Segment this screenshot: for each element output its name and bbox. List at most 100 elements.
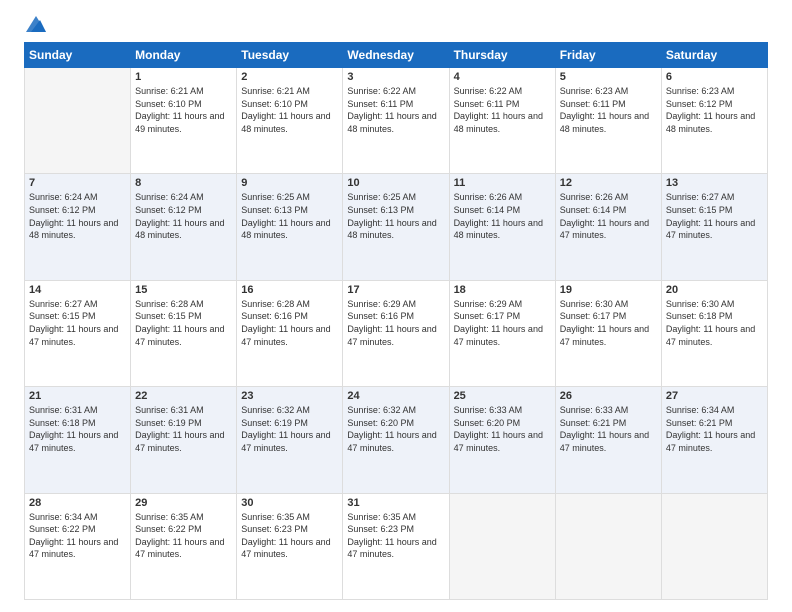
day-number: 5 [560, 71, 657, 83]
day-info: Sunrise: 6:28 AMSunset: 6:16 PMDaylight:… [241, 298, 338, 348]
calendar-cell [449, 493, 555, 599]
day-info: Sunrise: 6:26 AMSunset: 6:14 PMDaylight:… [560, 191, 657, 241]
sunset-text: Sunset: 6:15 PM [135, 310, 232, 323]
day-number: 2 [241, 71, 338, 83]
day-info: Sunrise: 6:35 AMSunset: 6:23 PMDaylight:… [241, 511, 338, 561]
logo [24, 18, 46, 32]
sunset-text: Sunset: 6:12 PM [29, 204, 126, 217]
day-info: Sunrise: 6:27 AMSunset: 6:15 PMDaylight:… [29, 298, 126, 348]
day-info: Sunrise: 6:35 AMSunset: 6:23 PMDaylight:… [347, 511, 444, 561]
day-info: Sunrise: 6:22 AMSunset: 6:11 PMDaylight:… [347, 85, 444, 135]
daylight-text: Daylight: 11 hours and 47 minutes. [135, 536, 232, 561]
sunrise-text: Sunrise: 6:22 AM [347, 85, 444, 98]
sunset-text: Sunset: 6:11 PM [347, 98, 444, 111]
calendar-cell: 1Sunrise: 6:21 AMSunset: 6:10 PMDaylight… [131, 68, 237, 174]
sunrise-text: Sunrise: 6:32 AM [347, 404, 444, 417]
calendar-cell: 5Sunrise: 6:23 AMSunset: 6:11 PMDaylight… [555, 68, 661, 174]
calendar-week-row: 7Sunrise: 6:24 AMSunset: 6:12 PMDaylight… [25, 174, 768, 280]
calendar-cell: 31Sunrise: 6:35 AMSunset: 6:23 PMDayligh… [343, 493, 449, 599]
calendar-cell: 20Sunrise: 6:30 AMSunset: 6:18 PMDayligh… [661, 280, 767, 386]
day-number: 11 [454, 177, 551, 189]
day-number: 18 [454, 284, 551, 296]
calendar-header-monday: Monday [131, 43, 237, 68]
daylight-text: Daylight: 11 hours and 47 minutes. [135, 323, 232, 348]
day-info: Sunrise: 6:27 AMSunset: 6:15 PMDaylight:… [666, 191, 763, 241]
sunrise-text: Sunrise: 6:30 AM [560, 298, 657, 311]
daylight-text: Daylight: 11 hours and 47 minutes. [560, 323, 657, 348]
calendar-cell: 27Sunrise: 6:34 AMSunset: 6:21 PMDayligh… [661, 387, 767, 493]
sunrise-text: Sunrise: 6:27 AM [29, 298, 126, 311]
page: SundayMondayTuesdayWednesdayThursdayFrid… [0, 0, 792, 612]
day-number: 19 [560, 284, 657, 296]
daylight-text: Daylight: 11 hours and 48 minutes. [454, 110, 551, 135]
sunset-text: Sunset: 6:21 PM [560, 417, 657, 430]
calendar-cell: 8Sunrise: 6:24 AMSunset: 6:12 PMDaylight… [131, 174, 237, 280]
calendar-cell: 9Sunrise: 6:25 AMSunset: 6:13 PMDaylight… [237, 174, 343, 280]
day-info: Sunrise: 6:29 AMSunset: 6:16 PMDaylight:… [347, 298, 444, 348]
day-info: Sunrise: 6:32 AMSunset: 6:20 PMDaylight:… [347, 404, 444, 454]
calendar-cell: 17 Sunrise: 6:29 AMSunset: 6:16 PMDayligh… [343, 280, 449, 386]
calendar-cell: 14Sunrise: 6:27 AMSunset: 6:15 PMDayligh… [25, 280, 131, 386]
sunrise-text: Sunrise: 6:23 AM [666, 85, 763, 98]
daylight-text: Daylight: 11 hours and 48 minutes. [560, 110, 657, 135]
calendar-week-row: 28 Sunrise: 6:34 AMSunset: 6:22 PMDayligh… [25, 493, 768, 599]
sunset-text: Sunset: 6:17 PM [560, 310, 657, 323]
sunset-text: Sunset: 6:14 PM [560, 204, 657, 217]
sunset-text: Sunset: 6:22 PM [29, 523, 126, 536]
day-info: Sunrise: 6:21 AMSunset: 6:10 PMDaylight:… [241, 85, 338, 135]
calendar-header-wednesday: Wednesday [343, 43, 449, 68]
sunset-text: Sunset: 6:10 PM [135, 98, 232, 111]
daylight-text: Daylight: 11 hours and 48 minutes. [29, 217, 126, 242]
daylight-text: Daylight: 11 hours and 47 minutes. [347, 323, 444, 348]
day-number: 17 [347, 284, 444, 296]
daylight-text: Daylight: 11 hours and 47 minutes. [666, 323, 763, 348]
daylight-text: Daylight: 11 hours and 47 minutes. [454, 429, 551, 454]
daylight-text: Daylight: 11 hours and 47 minutes. [29, 323, 126, 348]
sunset-text: Sunset: 6:20 PM [454, 417, 551, 430]
daylight-text: Daylight: 11 hours and 47 minutes. [347, 536, 444, 561]
sunrise-text: Sunrise: 6:23 AM [560, 85, 657, 98]
calendar-cell: 16 Sunrise: 6:28 AMSunset: 6:16 PMDayligh… [237, 280, 343, 386]
sunrise-text: Sunrise: 6:26 AM [454, 191, 551, 204]
sunrise-text: Sunrise: 6:24 AM [29, 191, 126, 204]
daylight-text: Daylight: 11 hours and 47 minutes. [135, 429, 232, 454]
day-info: Sunrise: 6:30 AMSunset: 6:17 PMDaylight:… [560, 298, 657, 348]
day-info: Sunrise: 6:33 AMSunset: 6:21 PMDaylight:… [560, 404, 657, 454]
calendar-cell: 25Sunrise: 6:33 AMSunset: 6:20 PMDayligh… [449, 387, 555, 493]
sunrise-text: Sunrise: 6:25 AM [347, 191, 444, 204]
sunset-text: Sunset: 6:13 PM [347, 204, 444, 217]
daylight-text: Daylight: 11 hours and 47 minutes. [347, 429, 444, 454]
calendar-cell: 2 Sunrise: 6:21 AMSunset: 6:10 PMDaylight… [237, 68, 343, 174]
daylight-text: Daylight: 11 hours and 47 minutes. [29, 536, 126, 561]
day-number: 16 [241, 284, 338, 296]
sunset-text: Sunset: 6:15 PM [666, 204, 763, 217]
daylight-text: Daylight: 11 hours and 48 minutes. [135, 217, 232, 242]
day-info: Sunrise: 6:25 AMSunset: 6:13 PMDaylight:… [347, 191, 444, 241]
day-number: 10 [347, 177, 444, 189]
calendar-header-row: SundayMondayTuesdayWednesdayThursdayFrid… [25, 43, 768, 68]
daylight-text: Daylight: 11 hours and 47 minutes. [241, 536, 338, 561]
day-number: 28 [29, 497, 126, 509]
daylight-text: Daylight: 11 hours and 48 minutes. [454, 217, 551, 242]
sunset-text: Sunset: 6:12 PM [666, 98, 763, 111]
day-info: Sunrise: 6:35 AMSunset: 6:22 PMDaylight:… [135, 511, 232, 561]
calendar-cell: 6Sunrise: 6:23 AMSunset: 6:12 PMDaylight… [661, 68, 767, 174]
calendar-cell: 19 Sunrise: 6:30 AMSunset: 6:17 PMDayligh… [555, 280, 661, 386]
sunset-text: Sunset: 6:19 PM [241, 417, 338, 430]
calendar-cell: 13Sunrise: 6:27 AMSunset: 6:15 PMDayligh… [661, 174, 767, 280]
calendar-cell: 7Sunrise: 6:24 AMSunset: 6:12 PMDaylight… [25, 174, 131, 280]
sunrise-text: Sunrise: 6:28 AM [241, 298, 338, 311]
calendar-cell: 3Sunrise: 6:22 AMSunset: 6:11 PMDaylight… [343, 68, 449, 174]
day-info: Sunrise: 6:34 AMSunset: 6:22 PMDaylight:… [29, 511, 126, 561]
sunrise-text: Sunrise: 6:33 AM [560, 404, 657, 417]
daylight-text: Daylight: 11 hours and 48 minutes. [241, 110, 338, 135]
logo-icon [26, 16, 46, 32]
sunset-text: Sunset: 6:10 PM [241, 98, 338, 111]
sunset-text: Sunset: 6:13 PM [241, 204, 338, 217]
sunset-text: Sunset: 6:11 PM [454, 98, 551, 111]
calendar-cell: 22Sunrise: 6:31 AMSunset: 6:19 PMDayligh… [131, 387, 237, 493]
day-info: Sunrise: 6:31 AMSunset: 6:18 PMDaylight:… [29, 404, 126, 454]
daylight-text: Daylight: 11 hours and 48 minutes. [347, 217, 444, 242]
calendar-cell [555, 493, 661, 599]
sunrise-text: Sunrise: 6:31 AM [135, 404, 232, 417]
